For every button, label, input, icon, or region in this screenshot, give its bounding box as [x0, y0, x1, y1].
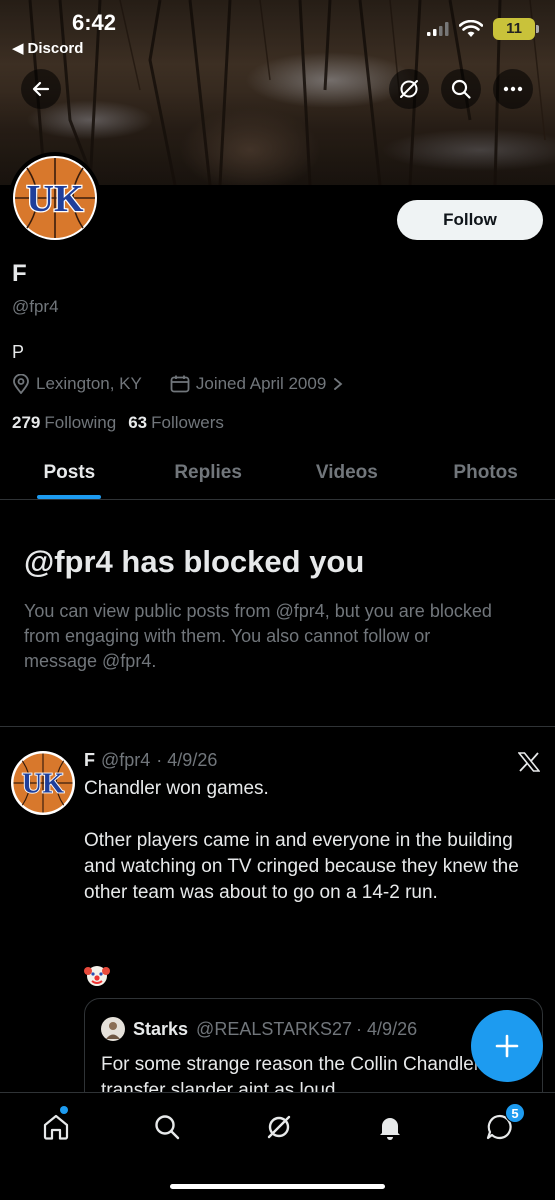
following-label: Following	[44, 413, 117, 432]
tab-videos-label: Videos	[315, 462, 378, 483]
back-app-label: Discord	[27, 39, 84, 57]
post-avatar[interactable]: UK	[11, 751, 75, 815]
profile-joined: Joined April 2009	[195, 374, 327, 393]
following-link[interactable]: 279 Following	[12, 413, 116, 433]
tab-posts[interactable]: Posts	[0, 448, 139, 499]
more-icon	[503, 86, 523, 92]
quoted-author-name: Starks	[133, 1018, 189, 1039]
post-paragraph: Chandler won games.	[84, 778, 269, 799]
wifi-icon	[459, 20, 483, 37]
tab-videos[interactable]: Videos	[278, 448, 417, 499]
nav-search[interactable]	[147, 1107, 187, 1147]
followers-count: 63	[128, 413, 148, 432]
search-button[interactable]	[441, 69, 481, 109]
blocked-title: @fpr4 has blocked you	[24, 544, 365, 579]
profile-handle: @fpr4	[12, 297, 59, 316]
post-header: F @fpr4 · 4/9/26	[84, 750, 217, 771]
plus-icon	[495, 1034, 519, 1058]
cellular-signal-icon	[427, 22, 449, 36]
quoted-post-avatar	[101, 1017, 125, 1041]
post-body: Chandler won games. Other players came i…	[84, 776, 534, 932]
profile-bio: P	[12, 342, 25, 362]
calendar-icon	[170, 375, 190, 393]
status-indicators: 11	[427, 18, 539, 40]
compose-post-button[interactable]	[471, 1010, 543, 1082]
followers-label: Followers	[151, 413, 224, 432]
profile-avatar[interactable]: UK	[9, 152, 101, 244]
search-icon	[451, 79, 471, 99]
divider	[0, 726, 555, 727]
status-time: 6:42	[72, 10, 117, 35]
back-to-app-link[interactable]: ◀ Discord	[12, 39, 84, 58]
home-icon	[43, 1114, 69, 1140]
following-count: 279	[12, 413, 41, 432]
battery-indicator: 11	[493, 18, 539, 40]
tab-replies-label: Replies	[174, 462, 242, 483]
svg-text:UK: UK	[27, 178, 84, 220]
nav-notifications[interactable]	[370, 1107, 410, 1147]
profile-tabs: Posts Replies Videos Photos	[0, 448, 555, 500]
x-logo-icon	[518, 752, 540, 772]
profile-location: Lexington, KY	[36, 374, 142, 393]
tab-photos[interactable]: Photos	[416, 448, 555, 499]
grok-icon	[400, 80, 418, 98]
home-indicator	[170, 1184, 385, 1189]
post-author-name[interactable]: F	[84, 750, 95, 771]
svg-text:UK: UK	[22, 769, 64, 800]
blocked-message: You can view public posts from @fpr4, bu…	[24, 601, 492, 671]
post-author-handle[interactable]: @fpr4	[101, 750, 150, 771]
quoted-post-header: Starks @REALSTARKS27 · 4/9/26	[101, 1017, 417, 1041]
followers-link[interactable]: 63 Followers	[128, 413, 224, 433]
post-date: · 4/9/26	[156, 750, 218, 770]
tab-photos-label: Photos	[453, 462, 518, 483]
notifications-icon	[380, 1118, 400, 1140]
quoted-post-date: · 4/9/26	[356, 1018, 418, 1039]
more-options-button[interactable]	[493, 69, 533, 109]
nav-grok[interactable]	[259, 1107, 299, 1147]
follow-counts: 279 Following 63 Followers	[12, 413, 224, 433]
grok-icon	[267, 1115, 291, 1139]
tab-posts-label: Posts	[43, 462, 96, 483]
home-unread-dot	[60, 1106, 68, 1114]
back-arrow-icon	[32, 81, 50, 97]
profile-meta: Lexington, KY Joined April 2009	[12, 374, 344, 394]
chevron-right-icon[interactable]	[332, 377, 344, 391]
back-button[interactable]	[21, 69, 61, 109]
quoted-author-handle: @REALSTARKS27	[196, 1018, 353, 1039]
active-tab-indicator	[37, 495, 102, 499]
uk-basketball-logo: UK	[13, 753, 73, 813]
uk-basketball-logo: UK	[15, 158, 95, 238]
location-icon	[13, 374, 29, 394]
messages-badge: 5	[505, 1103, 525, 1123]
tab-replies[interactable]: Replies	[139, 448, 278, 499]
follow-button[interactable]: Follow	[397, 200, 543, 240]
nav-home[interactable]	[36, 1107, 76, 1147]
back-triangle-icon: ◀	[12, 40, 24, 57]
display-name: F	[12, 260, 27, 287]
post-paragraph: Other players came in and everyone in th…	[84, 830, 519, 903]
clown-face-emoji	[84, 966, 110, 986]
grok-button[interactable]	[389, 69, 429, 109]
search-icon	[155, 1115, 180, 1140]
